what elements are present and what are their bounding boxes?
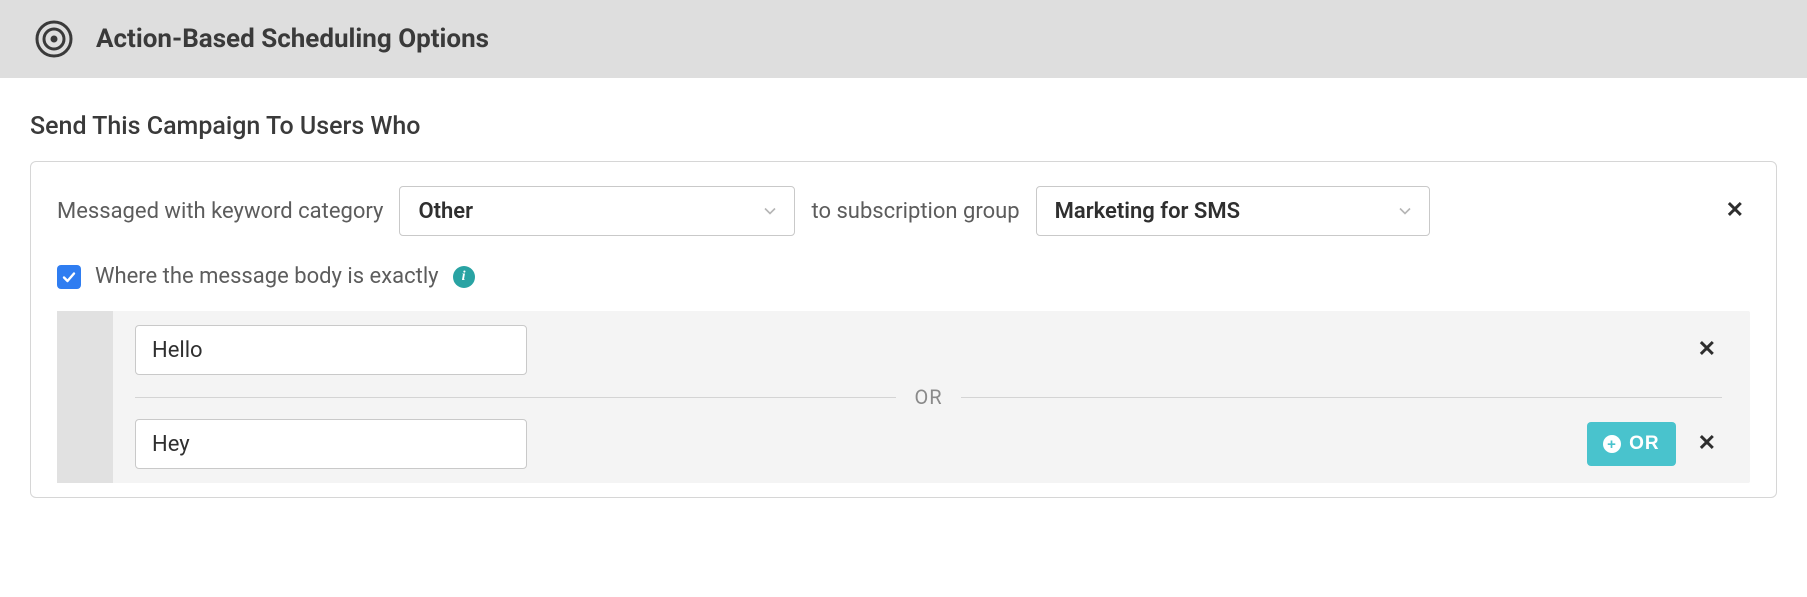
trigger-row: Messaged with keyword category Other to …	[57, 186, 1750, 236]
remove-trigger-button[interactable]: ✕	[1720, 196, 1750, 226]
trigger-mid-label: to subscription group	[811, 199, 1019, 224]
chevron-down-icon	[764, 207, 776, 215]
or-label: OR	[914, 385, 942, 409]
section-heading: Send This Campaign To Users Who	[30, 112, 1777, 141]
separator-line	[961, 397, 1722, 398]
conditions-block: ✕ OR + OR ✕	[57, 311, 1750, 483]
conditions-drag-handle[interactable]	[57, 311, 113, 483]
target-icon	[34, 19, 74, 59]
subscription-group-value: Marketing for SMS	[1055, 199, 1240, 224]
trigger-section: Send This Campaign To Users Who Messaged…	[0, 78, 1807, 498]
add-or-label: OR	[1629, 433, 1660, 455]
separator-line	[135, 397, 896, 398]
body-filter-row: Where the message body is exactly i	[57, 264, 1750, 289]
body-filter-label: Where the message body is exactly	[95, 264, 439, 289]
chevron-down-icon	[1399, 207, 1411, 215]
condition-row: + OR ✕	[135, 419, 1722, 469]
remove-condition-button[interactable]: ✕	[1692, 335, 1722, 365]
keyword-category-select[interactable]: Other	[399, 186, 795, 236]
trigger-prefix-label: Messaged with keyword category	[57, 199, 383, 224]
conditions-body: ✕ OR + OR ✕	[113, 311, 1750, 483]
info-icon[interactable]: i	[453, 266, 475, 288]
remove-condition-button[interactable]: ✕	[1692, 429, 1722, 459]
condition-row: ✕	[135, 325, 1722, 375]
message-body-input[interactable]	[135, 325, 527, 375]
message-body-input[interactable]	[135, 419, 527, 469]
or-separator: OR	[135, 385, 1722, 409]
header-bar: Action-Based Scheduling Options	[0, 0, 1807, 78]
subscription-group-select[interactable]: Marketing for SMS	[1036, 186, 1430, 236]
trigger-rule-box: Messaged with keyword category Other to …	[30, 161, 1777, 498]
keyword-category-value: Other	[418, 199, 473, 224]
body-filter-checkbox[interactable]	[57, 265, 81, 289]
page-title: Action-Based Scheduling Options	[96, 24, 489, 54]
plus-circle-icon: +	[1603, 435, 1621, 453]
add-or-condition-button[interactable]: + OR	[1587, 422, 1676, 466]
